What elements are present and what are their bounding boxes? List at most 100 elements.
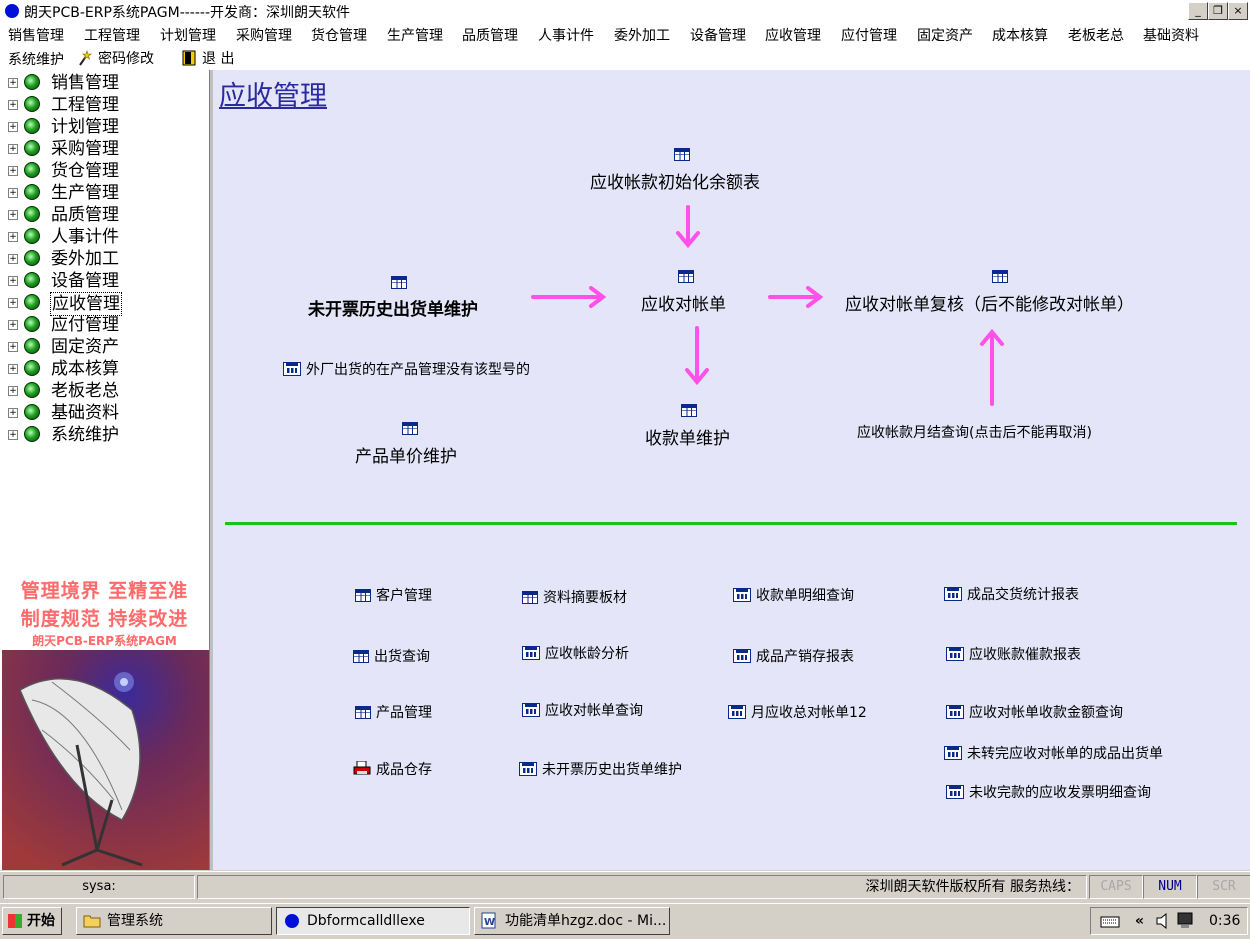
task-management-system[interactable]: 管理系统	[76, 907, 272, 935]
receivables-panel: 应收管理 应收帐款初始化余额表 未开票历史出货单维护 应收对帐单 应收对帐单复核…	[213, 70, 1250, 870]
globe-green-icon	[24, 272, 40, 288]
menu-equipment[interactable]: 设备管理	[690, 25, 746, 45]
windows-logo-icon	[8, 914, 22, 928]
report-chart-icon	[946, 647, 964, 661]
flow-arrows	[531, 205, 1004, 406]
link-delivery-statistics[interactable]: 成品交货统计报表	[944, 584, 1079, 604]
report-chart-icon	[946, 705, 964, 719]
tree-expander[interactable]: +	[8, 166, 18, 176]
globe-green-icon	[24, 404, 40, 420]
network-monitor-icon[interactable]	[1177, 912, 1195, 930]
report-chart-icon	[733, 588, 751, 602]
menu-engineering[interactable]: 工程管理	[84, 25, 140, 45]
tree-expander[interactable]: +	[8, 408, 18, 418]
grid-table-icon	[355, 706, 371, 719]
link-label: 应收对帐单收款金额查询	[969, 705, 1123, 721]
globe-green-icon	[24, 426, 40, 442]
tree-item-label: 采购管理	[51, 139, 119, 159]
globe-green-icon	[24, 250, 40, 266]
task-dbformcall[interactable]: Dbformcalldllexe	[276, 907, 470, 935]
link-monthly-total-statement[interactable]: 月应收总对帐单12	[728, 702, 867, 722]
menu-exit[interactable]: 退 出	[182, 48, 234, 68]
menu-fixed-assets[interactable]: 固定资产	[917, 25, 973, 45]
tree-expander[interactable]: +	[8, 276, 18, 286]
tree-expander[interactable]: +	[8, 298, 18, 308]
link-collection-reminder[interactable]: 应收账款催款报表	[946, 644, 1081, 664]
tree-expander[interactable]: +	[8, 364, 18, 374]
link-label: 未开票历史出货单维护	[542, 762, 682, 778]
report-chart-icon	[944, 587, 962, 601]
grid-table-icon	[522, 591, 538, 604]
menu-planning[interactable]: 计划管理	[160, 25, 216, 45]
link-shipment-query[interactable]: 出货查询	[353, 646, 430, 666]
link-reconciliation-query[interactable]: 应收对帐单查询	[522, 700, 643, 720]
globe-green-icon	[24, 206, 40, 222]
tree-expander[interactable]: +	[8, 210, 18, 220]
link-label: 出货查询	[374, 649, 430, 665]
tree-expander[interactable]: +	[8, 78, 18, 88]
menu-cost[interactable]: 成本核算	[992, 25, 1048, 45]
menu-basic-data[interactable]: 基础资料	[1143, 25, 1199, 45]
app-dot-icon	[5, 4, 19, 18]
menu-system-maintenance[interactable]: 系统维护	[8, 49, 64, 69]
task-word-document[interactable]: W 功能清单hzgz.doc - Mi...	[474, 907, 670, 935]
grid-table-icon	[353, 650, 369, 663]
link-finished-goods-stock[interactable]: 成品仓存	[353, 759, 432, 779]
menu-warehouse[interactable]: 货仓管理	[311, 25, 367, 45]
tree-expander[interactable]: +	[8, 122, 18, 132]
link-aging-analysis[interactable]: 应收帐龄分析	[522, 643, 629, 663]
link-customer-management[interactable]: 客户管理	[355, 585, 432, 605]
restore-button[interactable]: ❐	[1208, 2, 1228, 20]
tree-expander[interactable]: +	[8, 254, 18, 264]
menu-payables[interactable]: 应付管理	[841, 25, 897, 45]
menu-quality[interactable]: 品质管理	[462, 25, 518, 45]
report-chart-icon	[944, 746, 962, 760]
section-divider	[225, 522, 1237, 525]
menu-sales[interactable]: 销售管理	[8, 25, 64, 45]
menu-hr-piecework[interactable]: 人事计件	[538, 25, 594, 45]
link-receipt-detail-query[interactable]: 收款单明细查询	[733, 585, 854, 605]
tree-expander[interactable]: +	[8, 144, 18, 154]
start-button[interactable]: 开始	[2, 907, 62, 935]
speaker-icon[interactable]	[1155, 913, 1173, 929]
globe-green-icon	[24, 228, 40, 244]
menubar: 销售管理 工程管理 计划管理 采购管理 货仓管理 生产管理 品质管理 人事计件 …	[0, 22, 1250, 70]
menu-receivables[interactable]: 应收管理	[765, 25, 821, 45]
tray-chevron-icon[interactable]: «	[1135, 908, 1144, 934]
tree-item-label: 应付管理	[51, 315, 119, 335]
tree-expander[interactable]: +	[8, 188, 18, 198]
report-chart-icon	[946, 785, 964, 799]
tree-expander[interactable]: +	[8, 386, 18, 396]
report-chart-icon	[728, 705, 746, 719]
minimize-button[interactable]: _	[1188, 2, 1208, 20]
tree-expander[interactable]: +	[8, 430, 18, 440]
link-unbilled-history[interactable]: 未开票历史出货单维护	[519, 759, 682, 779]
link-label: 应收账款催款报表	[969, 647, 1081, 663]
menu-outsourcing[interactable]: 委外加工	[614, 25, 670, 45]
tree-item-label: 固定资产	[51, 337, 119, 357]
taskbar: 开始 管理系统 Dbformcalldllexe W 功能清单hzgz.doc …	[0, 903, 1250, 939]
menu-production[interactable]: 生产管理	[387, 25, 443, 45]
tree-expander[interactable]: +	[8, 342, 18, 352]
tree-expander[interactable]: +	[8, 320, 18, 330]
link-unconverted-shipments[interactable]: 未转完应收对帐单的成品出货单	[944, 743, 1163, 763]
report-chart-icon	[522, 703, 540, 717]
link-material-summary[interactable]: 资料摘要板材	[522, 587, 627, 607]
tree-expander[interactable]: +	[8, 100, 18, 110]
statusbar: sysa: 深圳朗天软件版权所有 服务热线： CAPS NUM SCR	[0, 871, 1250, 902]
link-production-sales-stock[interactable]: 成品产销存报表	[733, 646, 854, 666]
menu-boss[interactable]: 老板老总	[1068, 25, 1124, 45]
tree-item-label: 货仓管理	[51, 161, 119, 181]
tree-expander[interactable]: +	[8, 232, 18, 242]
close-button[interactable]: ×	[1228, 2, 1248, 20]
status-caps: CAPS	[1089, 875, 1143, 899]
clock[interactable]: 0:36	[1209, 908, 1240, 934]
link-reconciliation-amount-query[interactable]: 应收对帐单收款金额查询	[946, 702, 1123, 722]
status-scr: SCR	[1197, 875, 1250, 899]
menu-purchasing[interactable]: 采购管理	[236, 25, 292, 45]
menu-password-change[interactable]: 密码修改	[78, 48, 154, 68]
link-uncollected-invoices[interactable]: 未收完款的应收发票明细查询	[946, 782, 1151, 802]
folder-icon	[83, 915, 101, 928]
tree-item-label: 老板老总	[51, 381, 119, 401]
link-product-management[interactable]: 产品管理	[355, 702, 432, 722]
